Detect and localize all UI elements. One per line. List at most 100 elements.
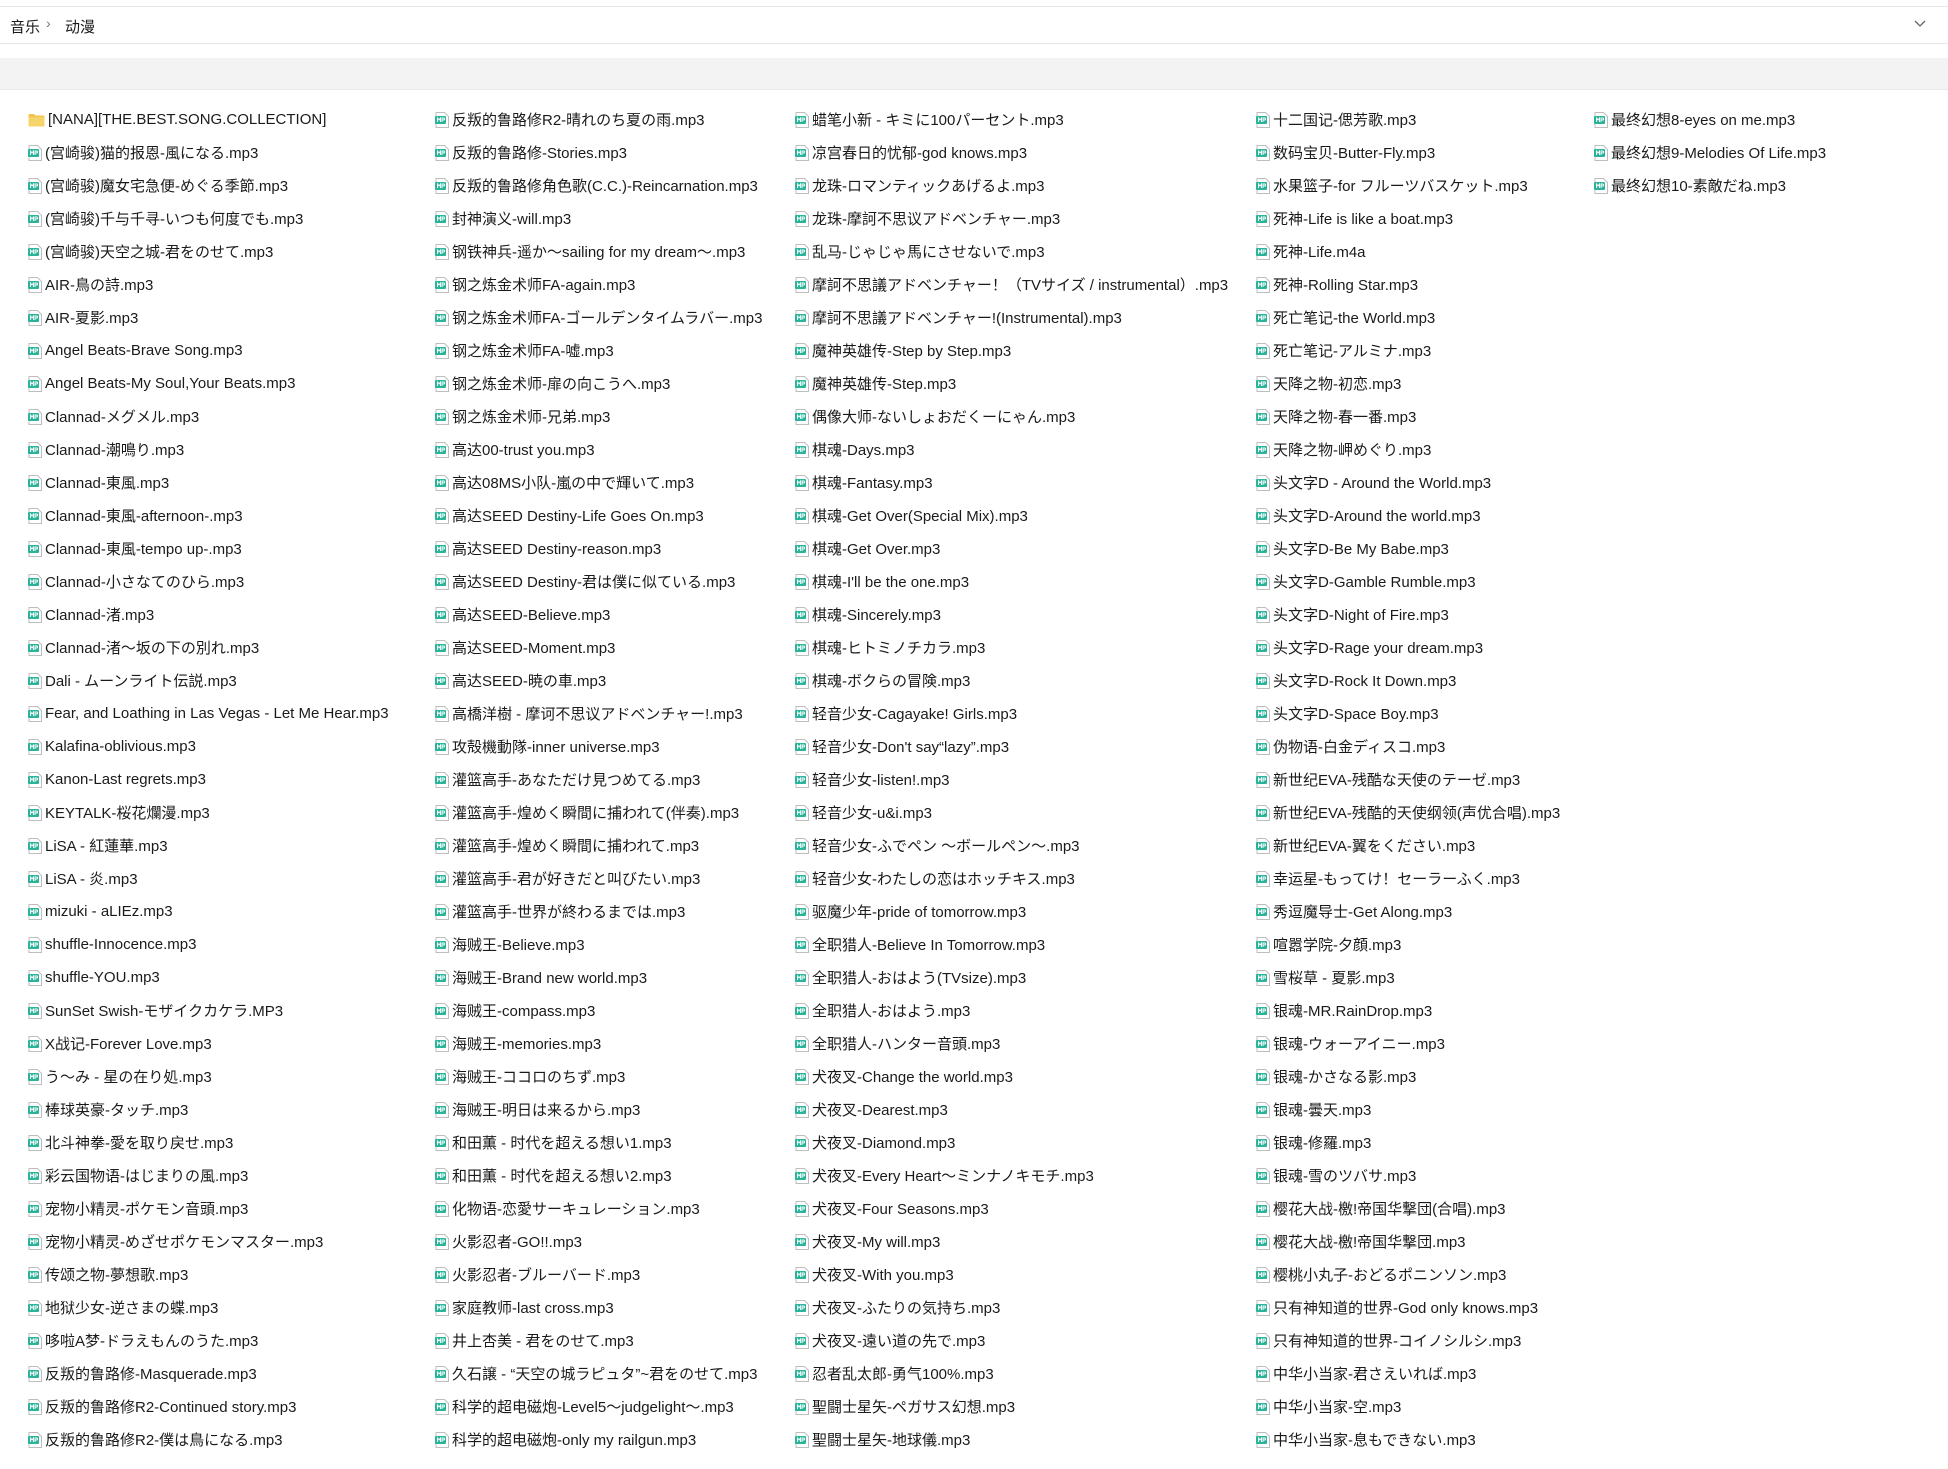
- file-item[interactable]: Clannad-渚～坂の下の別れ.mp3: [28, 631, 389, 664]
- file-item[interactable]: 银魂-曇天.mp3: [1256, 1093, 1560, 1126]
- file-item[interactable]: 中华小当家-君さえいれば.mp3: [1256, 1357, 1560, 1390]
- chevron-down-icon[interactable]: [1914, 15, 1926, 31]
- file-item[interactable]: AIR-夏影.mp3: [28, 301, 389, 334]
- file-item[interactable]: 龙珠-ロマンティックあげるよ.mp3: [795, 169, 1228, 202]
- file-item[interactable]: 十二国记-偲芳歌.mp3: [1256, 103, 1560, 136]
- file-item[interactable]: 轻音少女-わたしの恋はホッチキス.mp3: [795, 862, 1228, 895]
- file-item[interactable]: 钢之炼金术师FA-嘘.mp3: [435, 334, 762, 367]
- file-item[interactable]: 轻音少女-Don't say“lazy”.mp3: [795, 730, 1228, 763]
- file-item[interactable]: 井上杏美 - 君をのせて.mp3: [435, 1324, 762, 1357]
- file-item[interactable]: 新世纪EVA-残酷的天使纲领(声优合唱).mp3: [1256, 796, 1560, 829]
- file-item[interactable]: shuffle-Innocence.mp3: [28, 928, 389, 961]
- file-item[interactable]: 久石譲 - “天空の城ラピュタ”~君をのせて.mp3: [435, 1357, 762, 1390]
- file-item[interactable]: 钢之炼金术师FA-again.mp3: [435, 268, 762, 301]
- file-item[interactable]: 地狱少女-逆さまの蝶.mp3: [28, 1291, 389, 1324]
- file-item[interactable]: 海贼王-Believe.mp3: [435, 928, 762, 961]
- file-item[interactable]: 樱桃小丸子-おどるポニンソン.mp3: [1256, 1258, 1560, 1291]
- file-item[interactable]: 反叛的鲁路修-Stories.mp3: [435, 136, 762, 169]
- file-item[interactable]: shuffle-YOU.mp3: [28, 961, 389, 994]
- file-item[interactable]: 银魂-ウォーアイニー.mp3: [1256, 1027, 1560, 1060]
- file-item[interactable]: 偶像大师-ないしょおだくーにゃん.mp3: [795, 400, 1228, 433]
- file-item[interactable]: (宫崎骏)天空之城-君をのせて.mp3: [28, 235, 389, 268]
- file-item[interactable]: 凉宫春日的忧郁-god knows.mp3: [795, 136, 1228, 169]
- file-item[interactable]: 海贼王-明日は来るから.mp3: [435, 1093, 762, 1126]
- file-item[interactable]: 高达08MS小队-嵐の中で輝いて.mp3: [435, 466, 762, 499]
- file-item[interactable]: 全职猎人-おはよう(TVsize).mp3: [795, 961, 1228, 994]
- file-item[interactable]: 银魂-かさなる影.mp3: [1256, 1060, 1560, 1093]
- file-item[interactable]: Clannad-東風-afternoon-.mp3: [28, 499, 389, 532]
- file-item[interactable]: 新世纪EVA-翼をください.mp3: [1256, 829, 1560, 862]
- file-item[interactable]: 高达SEED-Believe.mp3: [435, 598, 762, 631]
- file-item[interactable]: 头文字D-Around the world.mp3: [1256, 499, 1560, 532]
- file-item[interactable]: 棋魂-Days.mp3: [795, 433, 1228, 466]
- file-item[interactable]: X战记-Forever Love.mp3: [28, 1027, 389, 1060]
- file-item[interactable]: mizuki - aLIEz.mp3: [28, 895, 389, 928]
- file-item[interactable]: 银魂-雪のツバサ.mp3: [1256, 1159, 1560, 1192]
- file-item[interactable]: 魔神英雄传-Step by Step.mp3: [795, 334, 1228, 367]
- file-item[interactable]: 伪物语-白金ディスコ.mp3: [1256, 730, 1560, 763]
- file-item[interactable]: 和田薫 - 时代を超える想い1.mp3: [435, 1126, 762, 1159]
- file-item[interactable]: 科学的超电磁炮-Level5～judgelight～.mp3: [435, 1390, 762, 1423]
- breadcrumb-root[interactable]: 音乐: [10, 16, 40, 37]
- file-item[interactable]: Dali - ムーンライト伝説.mp3: [28, 664, 389, 697]
- file-item[interactable]: 反叛的鲁路修R2-Continued story.mp3: [28, 1390, 389, 1423]
- file-item[interactable]: Fear, and Loathing in Las Vegas - Let Me…: [28, 697, 389, 730]
- file-item[interactable]: 死亡笔记-the World.mp3: [1256, 301, 1560, 334]
- file-item[interactable]: 传颂之物-夢想歌.mp3: [28, 1258, 389, 1291]
- file-item[interactable]: 中华小当家-空.mp3: [1256, 1390, 1560, 1423]
- file-item[interactable]: 水果篮子-for フルーツバスケット.mp3: [1256, 169, 1560, 202]
- file-item[interactable]: 彩云国物语-はじまりの風.mp3: [28, 1159, 389, 1192]
- file-item[interactable]: 高达SEED Destiny-Life Goes On.mp3: [435, 499, 762, 532]
- file-item[interactable]: Clannad-渚.mp3: [28, 598, 389, 631]
- file-item[interactable]: 最终幻想8-eyes on me.mp3: [1594, 103, 1826, 136]
- file-item[interactable]: 忍者乱太郎-勇气100%.mp3: [795, 1357, 1228, 1390]
- file-item[interactable]: 全职猎人-おはよう.mp3: [795, 994, 1228, 1027]
- file-item[interactable]: 棋魂-Sincerely.mp3: [795, 598, 1228, 631]
- file-item[interactable]: 樱花大战-檄!帝国华撃団.mp3: [1256, 1225, 1560, 1258]
- file-item[interactable]: 摩訶不思議アドベンチャー!(Instrumental).mp3: [795, 301, 1228, 334]
- file-item[interactable]: 棋魂-Fantasy.mp3: [795, 466, 1228, 499]
- file-item[interactable]: 灌篮高手-あなただけ見つめてる.mp3: [435, 763, 762, 796]
- file-item[interactable]: 魔神英雄传-Step.mp3: [795, 367, 1228, 400]
- file-item[interactable]: 灌篮高手-世界が終わるまでは.mp3: [435, 895, 762, 928]
- file-item[interactable]: 高达00-trust you.mp3: [435, 433, 762, 466]
- file-item[interactable]: 死神-Rolling Star.mp3: [1256, 268, 1560, 301]
- file-item[interactable]: 樱花大战-檄!帝国华撃団(合唱).mp3: [1256, 1192, 1560, 1225]
- file-item[interactable]: Clannad-小さなてのひら.mp3: [28, 565, 389, 598]
- file-item[interactable]: [NANA][THE.BEST.SONG.COLLECTION]: [28, 103, 389, 136]
- file-item[interactable]: 海贼王-ココロのちず.mp3: [435, 1060, 762, 1093]
- file-item[interactable]: 高达SEED Destiny-reason.mp3: [435, 532, 762, 565]
- file-item[interactable]: 犬夜叉-Diamond.mp3: [795, 1126, 1228, 1159]
- file-item[interactable]: 头文字D-Night of Fire.mp3: [1256, 598, 1560, 631]
- file-item[interactable]: 天降之物-岬めぐり.mp3: [1256, 433, 1560, 466]
- file-item[interactable]: (宫崎骏)千与千寻-いつも何度でも.mp3: [28, 202, 389, 235]
- file-item[interactable]: LiSA - 紅蓮華.mp3: [28, 829, 389, 862]
- file-item[interactable]: 聖闘士星矢-ペガサス幻想.mp3: [795, 1390, 1228, 1423]
- file-item[interactable]: 银魂-修羅.mp3: [1256, 1126, 1560, 1159]
- file-item[interactable]: 钢铁神兵-遥か～sailing for my dream～.mp3: [435, 235, 762, 268]
- file-item[interactable]: 头文字D-Rock It Down.mp3: [1256, 664, 1560, 697]
- file-item[interactable]: 轻音少女-ふでペン ～ボールペン～.mp3: [795, 829, 1228, 862]
- file-item[interactable]: Angel Beats-My Soul,Your Beats.mp3: [28, 367, 389, 400]
- file-item[interactable]: 蜡笔小新 - キミに100パーセント.mp3: [795, 103, 1228, 136]
- file-item[interactable]: 中华小当家-息もできない.mp3: [1256, 1423, 1560, 1456]
- file-item[interactable]: 死神-Life.m4a: [1256, 235, 1560, 268]
- file-item[interactable]: 喧嚣学院-夕顔.mp3: [1256, 928, 1560, 961]
- file-item[interactable]: 灌篮高手-君が好きだと叫びたい.mp3: [435, 862, 762, 895]
- file-item[interactable]: 龙珠-摩訶不思议アドベンチャー.mp3: [795, 202, 1228, 235]
- file-item[interactable]: う～み - 星の在り処.mp3: [28, 1060, 389, 1093]
- file-item[interactable]: 灌篮高手-煌めく瞬間に捕われて.mp3: [435, 829, 762, 862]
- file-item[interactable]: 新世纪EVA-残酷な天使のテーゼ.mp3: [1256, 763, 1560, 796]
- file-item[interactable]: 棒球英豪-タッチ.mp3: [28, 1093, 389, 1126]
- file-item[interactable]: 灌篮高手-煌めく瞬間に捕われて(伴奏).mp3: [435, 796, 762, 829]
- file-item[interactable]: 宠物小精灵-めざせポケモンマスター.mp3: [28, 1225, 389, 1258]
- file-item[interactable]: 反叛的鲁路修角色歌(C.C.)-Reincarnation.mp3: [435, 169, 762, 202]
- file-item[interactable]: 海贼王-memories.mp3: [435, 1027, 762, 1060]
- file-item[interactable]: 只有神知道的世界-コイノシルシ.mp3: [1256, 1324, 1560, 1357]
- file-item[interactable]: 全职猎人-ハンター音頭.mp3: [795, 1027, 1228, 1060]
- file-item[interactable]: Clannad-東風-tempo up-.mp3: [28, 532, 389, 565]
- file-item[interactable]: Clannad-潮鳴り.mp3: [28, 433, 389, 466]
- file-item[interactable]: Clannad-東風.mp3: [28, 466, 389, 499]
- file-item[interactable]: 高达SEED Destiny-君は僕に似ている.mp3: [435, 565, 762, 598]
- file-item[interactable]: 棋魂-ボクらの冒険.mp3: [795, 664, 1228, 697]
